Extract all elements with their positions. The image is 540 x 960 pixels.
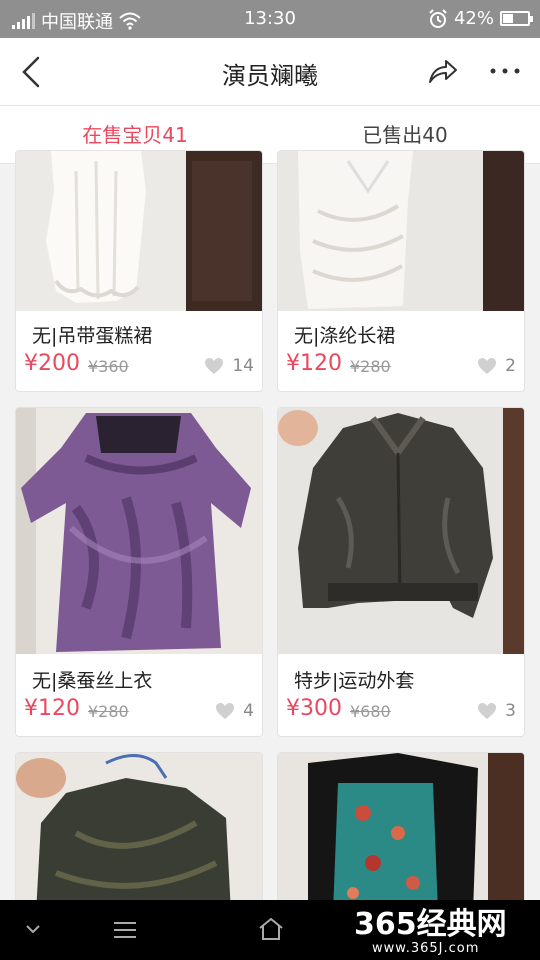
likes-count: 14 [232, 356, 254, 376]
product-photo [16, 151, 262, 311]
likes-count: 4 [243, 701, 254, 721]
product-photo [278, 753, 524, 911]
chevron-down-icon[interactable] [24, 922, 42, 936]
share-icon[interactable] [424, 54, 460, 90]
product-card[interactable]: 无|吊带蛋糕裙 ¥200 ¥360 14 [15, 150, 263, 392]
battery-percent: 42% [453, 8, 494, 29]
product-original-price: ¥280 [88, 702, 129, 721]
status-right: 42% [428, 8, 533, 29]
svg-text:www.365J.com: www.365J.com [372, 941, 479, 956]
product-photo [16, 408, 262, 654]
product-original-price: ¥360 [88, 357, 129, 376]
heart-icon [216, 703, 235, 719]
status-bar: 中国联通 13:30 42% [0, 0, 540, 38]
alarm-icon [429, 8, 447, 28]
svg-text:365经典网: 365经典网 [354, 907, 507, 942]
system-navigation-bar: 365经典网 www.365J.com [0, 900, 540, 960]
product-photo [278, 408, 524, 654]
product-card[interactable] [277, 752, 525, 912]
product-price: ¥120 [24, 696, 80, 721]
more-icon[interactable] [488, 56, 522, 86]
likes-count: 2 [505, 356, 516, 376]
product-original-price: ¥280 [350, 357, 391, 376]
product-name: 特步|运动外套 [294, 670, 415, 692]
navigation-bar: 演员斓曦 [0, 38, 540, 106]
product-original-price: ¥680 [350, 702, 391, 721]
heart-icon [478, 703, 497, 719]
watermark-logo: 365经典网 www.365J.com [354, 907, 507, 956]
product-name: 无|桑蚕丝上衣 [32, 670, 153, 692]
heart-icon [205, 358, 224, 374]
product-photo [16, 753, 262, 911]
likes[interactable]: 3 [477, 701, 516, 721]
product-price: ¥300 [286, 696, 342, 721]
product-card[interactable]: 特步|运动外套 ¥300 ¥680 3 [277, 407, 525, 737]
product-card[interactable]: 无|桑蚕丝上衣 ¥120 ¥280 4 [15, 407, 263, 737]
product-card[interactable] [15, 752, 263, 912]
home-icon[interactable] [257, 916, 285, 942]
menu-icon[interactable] [112, 920, 138, 940]
likes-count: 3 [505, 701, 516, 721]
likes[interactable]: 2 [477, 356, 516, 376]
battery-icon [500, 11, 533, 26]
product-price: ¥200 [24, 351, 80, 376]
likes[interactable]: 4 [215, 701, 254, 721]
likes[interactable]: 14 [204, 356, 254, 376]
product-card[interactable]: 无|涤纶长裙 ¥120 ¥280 2 [277, 150, 525, 392]
product-photo [278, 151, 524, 311]
product-name: 无|涤纶长裙 [294, 325, 396, 347]
heart-icon [478, 358, 497, 374]
product-name: 无|吊带蛋糕裙 [32, 325, 153, 347]
product-price: ¥120 [286, 351, 342, 376]
